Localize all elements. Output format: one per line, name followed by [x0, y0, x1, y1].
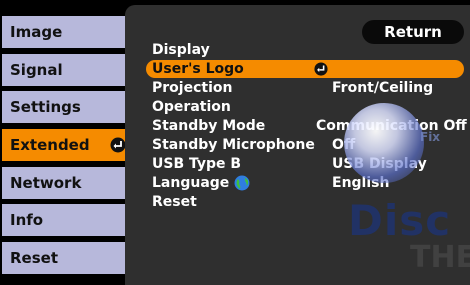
globe-icon — [234, 175, 250, 191]
menu-row-display[interactable]: Display — [146, 41, 464, 59]
row-label: USB Type B — [152, 156, 242, 172]
row-value: Front/Ceiling — [332, 80, 434, 96]
row-label: Standby Microphone — [152, 137, 315, 153]
row-label: User's Logo — [152, 61, 244, 77]
menu-row-usb-type-b[interactable]: USB Type B USB Display — [146, 155, 464, 173]
sidebar-item-label: Image — [10, 23, 63, 41]
sidebar-item-network[interactable]: Network — [2, 167, 131, 199]
sidebar-item-settings[interactable]: Settings — [2, 91, 131, 123]
sidebar-item-label: Extended — [10, 136, 90, 154]
sidebar-item-extended[interactable]: Extended — [2, 129, 131, 161]
sidebar-item-reset[interactable]: Reset — [2, 242, 131, 274]
sidebar-item-image[interactable]: Image — [2, 16, 131, 48]
row-value: Off — [332, 137, 356, 153]
menu-row-reset[interactable]: Reset — [146, 193, 464, 211]
menu-row-users-logo[interactable]: User's Logo — [146, 60, 464, 78]
enter-icon — [314, 62, 328, 76]
menu-row-language[interactable]: Language English — [146, 174, 464, 192]
sidebar-item-info[interactable]: Info — [2, 204, 131, 236]
sidebar-item-signal[interactable]: Signal — [2, 54, 131, 86]
row-label: Operation — [152, 99, 231, 115]
row-value: English — [332, 175, 390, 191]
sidebar-item-label: Signal — [10, 61, 63, 79]
menu-row-standby-mode[interactable]: Standby Mode Communication Off — [146, 117, 467, 135]
sidebar-item-label: Settings — [10, 98, 81, 116]
sidebar-menu: Image Signal Settings Extended Network I… — [0, 0, 135, 280]
row-label: Standby Mode — [152, 118, 266, 134]
menu-row-operation[interactable]: Operation — [146, 98, 464, 116]
menu-row-standby-microphone[interactable]: Standby Microphone Off — [146, 136, 464, 154]
row-label: Reset — [152, 194, 197, 210]
row-label: Display — [152, 42, 210, 58]
sidebar-item-label: Info — [10, 211, 44, 229]
row-label: Language — [152, 175, 230, 191]
sidebar-item-label: Reset — [10, 249, 58, 267]
row-label: Projection — [152, 80, 233, 96]
row-value: Communication Off — [316, 118, 467, 134]
menu-row-projection[interactable]: Projection Front/Ceiling — [146, 79, 464, 97]
row-value: USB Display — [332, 156, 427, 172]
enter-icon — [110, 137, 126, 153]
sidebar-item-label: Network — [10, 174, 82, 192]
